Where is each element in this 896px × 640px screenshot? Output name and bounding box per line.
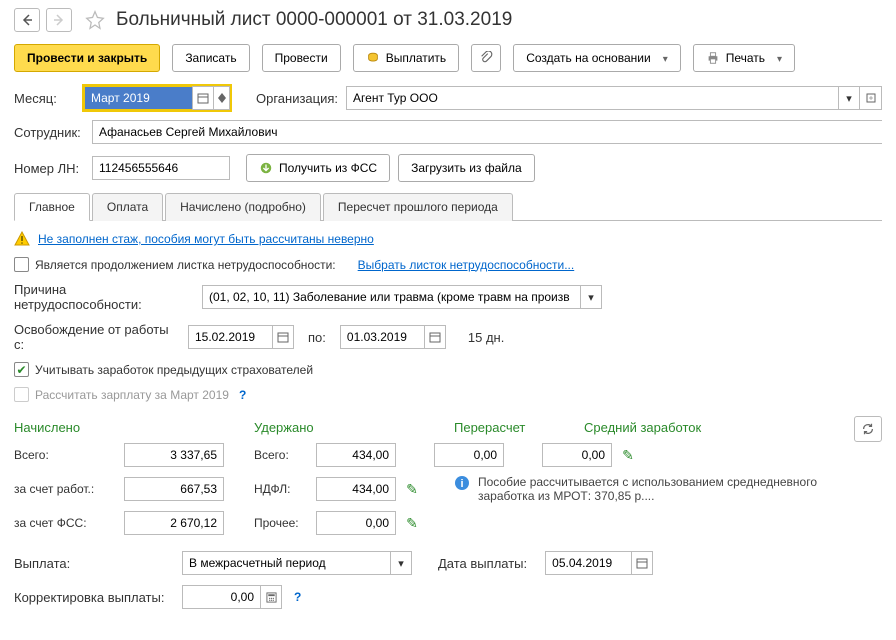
- reason-dropdown-button[interactable]: ▾: [580, 285, 602, 309]
- page-title: Больничный лист 0000-000001 от 31.03.201…: [116, 9, 512, 31]
- prev-insurers-checkbox[interactable]: [14, 362, 29, 377]
- create-based-button[interactable]: Создать на основании: [513, 44, 681, 72]
- ndfl-label: НДФЛ:: [254, 482, 316, 496]
- ln-label: Номер ЛН:: [14, 161, 84, 176]
- section-accrued: Начислено: [14, 420, 254, 435]
- payout-date-input[interactable]: [545, 551, 631, 575]
- tab-payment[interactable]: Оплата: [92, 193, 163, 221]
- org-open-button[interactable]: [860, 86, 882, 110]
- recalc-input[interactable]: [434, 443, 504, 467]
- pay-button[interactable]: Выплатить: [353, 44, 460, 72]
- payout-label: Выплата:: [14, 556, 174, 571]
- fss-input[interactable]: [124, 511, 224, 535]
- employer-label: за счет работ.:: [14, 482, 124, 496]
- continuation-label: Является продолжением листка нетрудоспос…: [35, 258, 336, 272]
- ln-input[interactable]: [92, 156, 230, 180]
- payout-input[interactable]: [182, 551, 390, 575]
- favorite-icon[interactable]: [84, 9, 106, 31]
- calendar-icon[interactable]: [192, 86, 214, 110]
- payout-date-calendar[interactable]: [631, 551, 653, 575]
- month-field[interactable]: [84, 86, 230, 110]
- employee-label: Сотрудник:: [14, 125, 84, 140]
- month-label: Месяц:: [14, 91, 76, 106]
- total-label: Всего:: [14, 448, 124, 462]
- org-input[interactable]: [346, 86, 838, 110]
- release-to-input[interactable]: [340, 325, 424, 349]
- reason-input[interactable]: [202, 285, 580, 309]
- payout-dropdown-button[interactable]: ▾: [390, 551, 412, 575]
- download-icon: [259, 161, 273, 175]
- tab-accrued[interactable]: Начислено (подробно): [165, 193, 321, 221]
- prev-insurers-label: Учитывать заработок предыдущих страховат…: [35, 363, 313, 377]
- tab-main[interactable]: Главное: [14, 193, 90, 221]
- refresh-button[interactable]: [854, 416, 882, 442]
- help-icon[interactable]: ?: [294, 590, 301, 604]
- section-avg: Средний заработок: [584, 420, 754, 435]
- total-withheld-input[interactable]: [316, 443, 396, 467]
- post-and-close-button[interactable]: Провести и закрыть: [14, 44, 160, 72]
- save-button[interactable]: Записать: [172, 44, 249, 72]
- employer-input[interactable]: [124, 477, 224, 501]
- other-input[interactable]: [316, 511, 396, 535]
- release-label: Освобождение от работы с:: [14, 322, 180, 352]
- pencil-icon[interactable]: ✎: [620, 447, 636, 464]
- attach-button[interactable]: [471, 44, 501, 72]
- pencil-icon[interactable]: ✎: [404, 481, 420, 498]
- withheld-total-label: Всего:: [254, 448, 316, 462]
- month-stepper[interactable]: [214, 86, 230, 110]
- warning-link[interactable]: Не заполнен стаж, пособия могут быть рас…: [38, 232, 374, 246]
- org-label: Организация:: [256, 91, 338, 106]
- svg-text:i: i: [460, 478, 463, 490]
- paperclip-icon: [479, 51, 493, 65]
- org-dropdown-button[interactable]: ▾: [838, 86, 860, 110]
- section-recalc: Перерасчет: [454, 420, 584, 435]
- payout-corr-label: Корректировка выплаты:: [14, 590, 174, 605]
- info-box: i Пособие рассчитывается с использование…: [454, 475, 842, 503]
- load-file-button[interactable]: Загрузить из файла: [398, 154, 535, 182]
- post-button[interactable]: Провести: [262, 44, 341, 72]
- continuation-link[interactable]: Выбрать листок нетрудоспособности...: [358, 258, 575, 272]
- continuation-checkbox[interactable]: [14, 257, 29, 272]
- info-icon: i: [454, 475, 470, 491]
- release-to-calendar[interactable]: [424, 325, 446, 349]
- printer-icon: [706, 51, 720, 65]
- forward-button[interactable]: [46, 8, 72, 32]
- release-to-label: по:: [308, 330, 326, 345]
- payout-corr-input[interactable]: [182, 585, 260, 609]
- refresh-icon: [861, 422, 875, 436]
- total-accrued-input[interactable]: [124, 443, 224, 467]
- release-days: 15 дн.: [468, 330, 504, 345]
- release-from-calendar[interactable]: [272, 325, 294, 349]
- ndfl-input[interactable]: [316, 477, 396, 501]
- section-withheld: Удержано: [254, 420, 454, 435]
- help-icon[interactable]: ?: [239, 388, 246, 402]
- warning-icon: [14, 231, 30, 247]
- release-from-input[interactable]: [188, 325, 272, 349]
- avg-input[interactable]: [542, 443, 612, 467]
- other-label: Прочее:: [254, 516, 316, 530]
- reason-label: Причина нетрудоспособности:: [14, 282, 194, 312]
- print-button[interactable]: Печать: [693, 44, 795, 72]
- month-input[interactable]: [84, 86, 192, 110]
- employee-input[interactable]: [92, 120, 882, 144]
- get-fss-button[interactable]: Получить из ФСС: [246, 154, 390, 182]
- recalc-salary-label: Рассчитать зарплату за Март 2019: [35, 388, 229, 402]
- tab-recalc[interactable]: Пересчет прошлого периода: [323, 193, 513, 221]
- payout-date-label: Дата выплаты:: [438, 556, 527, 571]
- calculator-icon[interactable]: [260, 585, 282, 609]
- recalc-salary-checkbox: [14, 387, 29, 402]
- pencil-icon[interactable]: ✎: [404, 515, 420, 532]
- fss-label: за счет ФСС:: [14, 516, 124, 530]
- back-button[interactable]: [14, 8, 40, 32]
- coins-icon: [366, 51, 380, 65]
